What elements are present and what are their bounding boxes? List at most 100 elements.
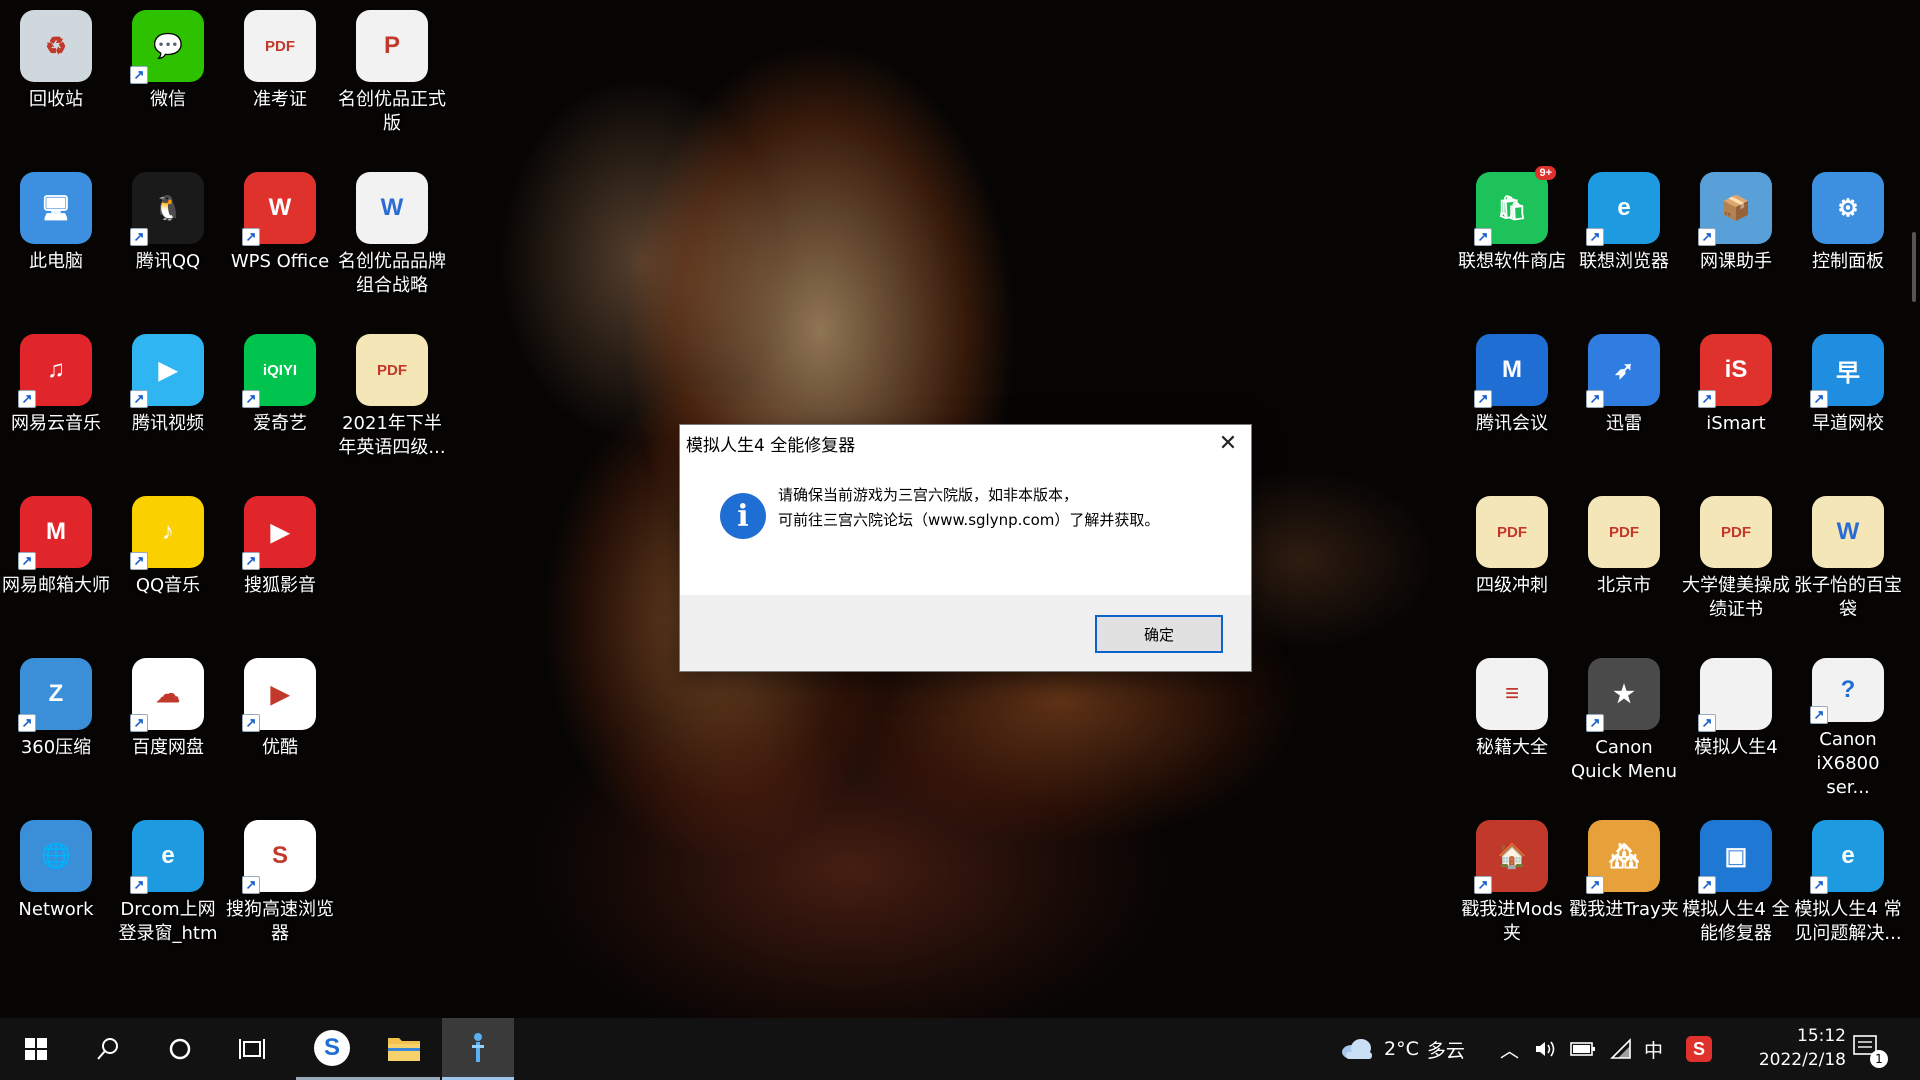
icon-glyph: 🖥	[40, 194, 72, 222]
desktop-icon-label: 腾讯QQ	[135, 251, 201, 272]
desktop-icon[interactable]: 🐧 ↗ 腾讯QQ	[112, 164, 224, 314]
desktop-icon[interactable]: W 名创优品品牌组合战略	[336, 164, 448, 314]
input-method-indicator[interactable]: 中	[1644, 1036, 1663, 1063]
iqiyi-icon: iQIYI ↗	[242, 334, 316, 408]
repair-tool-app-icon	[472, 1032, 484, 1062]
pdf-file-icon: PDF	[1588, 496, 1660, 568]
desktop-icon[interactable]: 🖥 此电脑	[0, 164, 112, 314]
desktop-icon[interactable]: M ↗ 网易邮箱大师	[0, 488, 112, 638]
xunlei-icon: ➶ ↗	[1586, 334, 1660, 408]
desktop-icon[interactable]: ↗ 模拟人生4	[1680, 650, 1792, 800]
desktop-icon[interactable]: e ↗ 模拟人生4 常见问题解决...	[1792, 812, 1904, 962]
icon-glyph: 🌐	[41, 842, 71, 870]
desktop-icon-label: 联想软件商店	[1458, 251, 1566, 272]
desktop-icon[interactable]: 早 ↗ 早道网校	[1792, 326, 1904, 476]
notification-count-badge: 1	[1870, 1050, 1888, 1068]
desktop-icon[interactable]: Z ↗ 360压缩	[0, 650, 112, 800]
ismart-icon: iS ↗	[1698, 334, 1772, 408]
desktop-icon[interactable]: W ↗ WPS Office	[224, 164, 336, 314]
desktop-icon[interactable]: W 张子怡的百宝袋	[1792, 488, 1904, 638]
desktop-icon[interactable]: PDF 准考证	[224, 2, 336, 152]
desktop-icon[interactable]: ➶ ↗ 迅雷	[1568, 326, 1680, 476]
shortcut-arrow-icon: ↗	[1586, 714, 1604, 732]
desktop-icon[interactable]: ? ↗ Canon iX6800 ser...	[1792, 650, 1904, 800]
system-clock[interactable]: 15:12 2022/2/18	[1726, 1024, 1846, 1072]
weather-widget[interactable]: 2°C 多云	[1340, 1018, 1490, 1080]
wps-office-icon: W ↗	[242, 172, 316, 246]
weather-description: 多云	[1426, 1039, 1465, 1062]
desktop-icon[interactable]: PDF 四级冲刺	[1456, 488, 1568, 638]
shortcut-arrow-icon: ↗	[1698, 876, 1716, 894]
dialog-close-button[interactable]: ✕	[1205, 425, 1251, 461]
desktop-icon[interactable]: 🏘 ↗ 戳我进Tray夹	[1568, 812, 1680, 962]
desktop-icon-label: 准考证	[253, 89, 307, 110]
desktop-icon-label: 腾讯视频	[132, 413, 204, 434]
start-button[interactable]	[0, 1018, 72, 1080]
desktop-icon-label: 迅雷	[1606, 413, 1642, 434]
desktop-icon-label: 腾讯会议	[1476, 413, 1548, 434]
desktop-icon[interactable]: P 名创优品正式版	[336, 2, 448, 152]
ppt-file-icon: P	[356, 10, 428, 82]
desktop-icon-label: 戳我进Mods夹	[1461, 899, 1563, 944]
desktop-icon[interactable]: PDF 北京市	[1568, 488, 1680, 638]
desktop-icon-label: 张子怡的百宝袋	[1794, 575, 1902, 620]
icon-glyph: PDF	[265, 37, 295, 55]
desktop-icon[interactable]: ♪ ↗ QQ音乐	[112, 488, 224, 638]
desktop-icon[interactable]: 🛍 ↗ 9+ 联想软件商店	[1456, 164, 1568, 314]
desktop-icon[interactable]: PDF 大学健美操成绩证书	[1680, 488, 1792, 638]
icon-glyph: W	[1836, 518, 1860, 545]
volume-icon[interactable]	[1534, 1038, 1556, 1064]
desktop-icon[interactable]: PDF 2021年下半年英语四级...	[336, 326, 448, 476]
desktop-icon[interactable]: iS ↗ iSmart	[1680, 326, 1792, 476]
youku-icon: ▶ ↗	[242, 658, 316, 732]
desktop-icon[interactable]: e ↗ Drcom上网登录窗_htm	[112, 812, 224, 962]
desktop-icon[interactable]: ▣ ↗ 模拟人生4 全能修复器	[1680, 812, 1792, 962]
desktop-icon[interactable]: S ↗ 搜狗高速浏览器	[224, 812, 336, 962]
desktop-icon[interactable]: ☁ ↗ 百度网盘	[112, 650, 224, 800]
ok-button[interactable]: 确定	[1095, 615, 1223, 653]
tray-folder-icon: 🏘 ↗	[1586, 820, 1660, 894]
baidu-netdisk-icon: ☁ ↗	[130, 658, 204, 732]
wifi-icon[interactable]	[1610, 1038, 1634, 1064]
shortcut-arrow-icon: ↗	[1810, 876, 1828, 894]
desktop-icon[interactable]: ♫ ↗ 网易云音乐	[0, 326, 112, 476]
desktop-icon[interactable]: ♻ 回收站	[0, 2, 112, 152]
desktop-icon[interactable]: ▶ ↗ 优酷	[224, 650, 336, 800]
taskbar-sogou-browser[interactable]: S	[296, 1018, 368, 1080]
taskbar-file-explorer[interactable]	[368, 1018, 440, 1080]
show-hidden-icons-button[interactable]: ︿	[1500, 1036, 1519, 1063]
desktop-icon[interactable]: e ↗ 联想浏览器	[1568, 164, 1680, 314]
desktop-icon[interactable]: ▶ ↗ 搜狐影音	[224, 488, 336, 638]
task-view-button[interactable]	[216, 1018, 288, 1080]
desktop-icon[interactable]: 💬 ↗ 微信	[112, 2, 224, 152]
icon-glyph: P	[383, 32, 400, 59]
notification-center-button[interactable]: 1	[1852, 1034, 1888, 1068]
icon-glyph: PDF	[1721, 523, 1751, 541]
desktop-icon[interactable]: ▶ ↗ 腾讯视频	[112, 326, 224, 476]
shortcut-arrow-icon: ↗	[242, 228, 260, 246]
cortana-button[interactable]	[144, 1018, 216, 1080]
desktop-icon-label: 模拟人生4 常见问题解决...	[1794, 899, 1902, 944]
desktop-icon[interactable]: 🏠 ↗ 戳我进Mods夹	[1456, 812, 1568, 962]
desktop-icon[interactable]: 🌐 Network	[0, 812, 112, 962]
tencent-video-icon: ▶ ↗	[130, 334, 204, 408]
desktop-icon[interactable]: iQIYI ↗ 爱奇艺	[224, 326, 336, 476]
network-globe-icon: 🌐	[20, 820, 92, 892]
desktop-icon[interactable]: ⚙ 控制面板	[1792, 164, 1904, 314]
icon-glyph: iS	[1724, 356, 1748, 383]
shortcut-arrow-icon: ↗	[130, 390, 148, 408]
desktop-icon[interactable]: ≡ 秘籍大全	[1456, 650, 1568, 800]
taskbar-repair-tool[interactable]	[442, 1018, 514, 1080]
desktop-icon[interactable]: 📦 ↗ 网课助手	[1680, 164, 1792, 314]
shortcut-arrow-icon: ↗	[242, 390, 260, 408]
qq-music-icon: ♪ ↗	[130, 496, 204, 570]
search-button[interactable]	[72, 1018, 144, 1080]
icon-glyph: 🐧	[153, 194, 183, 222]
battery-icon[interactable]	[1570, 1040, 1596, 1062]
shortcut-arrow-icon: ↗	[242, 876, 260, 894]
desktop-icon[interactable]: ★ ↗ Canon Quick Menu	[1568, 650, 1680, 800]
desktop-icon-label: Network	[18, 899, 94, 920]
desktop-icon[interactable]: M ↗ 腾讯会议	[1456, 326, 1568, 476]
shortcut-arrow-icon: ↗	[242, 714, 260, 732]
sogou-ime-icon[interactable]: S	[1686, 1036, 1712, 1062]
